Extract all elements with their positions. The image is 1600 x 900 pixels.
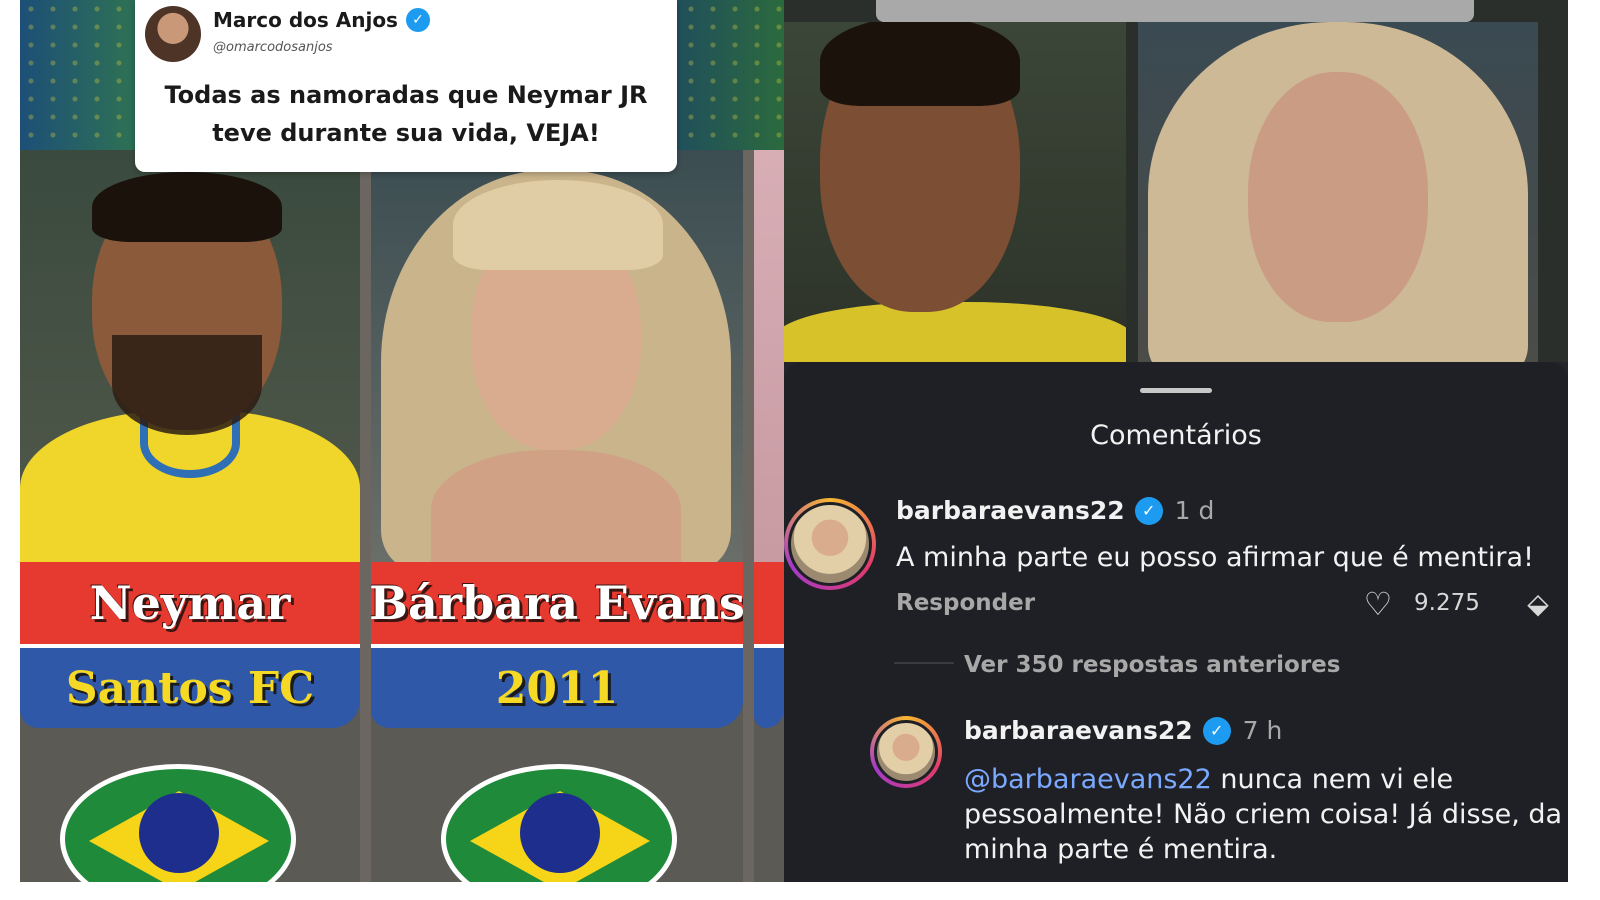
video-frame-left: Neymar Santos FC Bárbara Evans 2011 Marc… — [20, 0, 784, 882]
person-card-partial — [754, 150, 784, 882]
mention-link[interactable]: @barbaraevans22 — [964, 764, 1212, 795]
reply-time: 7 h — [1242, 716, 1283, 745]
reply-username[interactable]: barbaraevans22 — [964, 716, 1193, 745]
face — [1248, 72, 1428, 322]
reply-text: @barbaraevans22 nunca nem vi ele pessoal… — [964, 762, 1564, 867]
view-more-replies-button[interactable]: Ver 350 respostas anteriores — [964, 652, 1340, 678]
name-banner: Neymar — [20, 562, 360, 644]
verified-badge-icon: ✓ — [1202, 716, 1231, 745]
comment-time: 1 d — [1174, 496, 1215, 525]
hair — [820, 22, 1020, 106]
tweet-author-handle: @omarcodosanjos — [213, 40, 333, 55]
like-count: 9.275 — [1414, 590, 1480, 616]
subtitle-banner: 2011 — [371, 644, 743, 728]
frame-border — [1568, 0, 1600, 900]
thread-divider — [894, 662, 954, 664]
person-name: Neymar — [89, 576, 291, 630]
person-subtitle: Santos FC — [65, 662, 315, 714]
hair-front — [453, 180, 663, 270]
name-banner: Bárbara Evans — [371, 562, 743, 644]
avatar[interactable] — [870, 716, 942, 788]
tweet-text: Todas as namoradas que Neymar JR teve du… — [164, 81, 648, 147]
jersey — [784, 302, 1126, 362]
avatar[interactable] — [784, 498, 876, 590]
person-photo — [784, 22, 1126, 362]
person-photo — [1138, 22, 1538, 362]
heart-icon[interactable]: ♡ — [1360, 586, 1396, 622]
person-photo — [20, 150, 360, 580]
thumbs-down-icon[interactable]: ⬙ — [1520, 586, 1556, 622]
subtitle-banner: Santos FC — [20, 644, 360, 728]
comments-screen: Comentários barbaraevans22 ✓ 1 d A minha… — [784, 0, 1568, 882]
verified-badge-icon: ✓ — [1134, 496, 1163, 525]
tweet-author-row: Marco dos Anjos ✓ — [213, 8, 430, 32]
verified-badge-icon: ✓ — [405, 8, 430, 32]
brazil-flag-icon — [60, 764, 296, 882]
drag-handle[interactable] — [1140, 388, 1212, 393]
reply-header: barbaraevans22 ✓ 7 h — [964, 716, 1282, 745]
person-name: Bárbara Evans — [371, 576, 743, 630]
reply-button[interactable]: Responder — [896, 590, 1035, 616]
subtitle-banner — [754, 644, 784, 728]
tweet-card: Marco dos Anjos ✓ @omarcodosanjos Todas … — [135, 0, 677, 172]
tweet-card-edge — [876, 0, 1474, 22]
shoulders — [431, 450, 681, 580]
avatar — [145, 6, 201, 62]
beard — [112, 335, 262, 435]
tweet-author-name: Marco dos Anjos — [213, 8, 398, 32]
hair — [92, 172, 282, 242]
frame-border — [0, 882, 1600, 900]
person-photo — [371, 150, 743, 580]
person-subtitle: 2011 — [495, 662, 619, 714]
person-card-neymar: Neymar Santos FC — [20, 150, 360, 882]
video-preview — [784, 0, 1568, 362]
name-banner — [754, 562, 784, 644]
comment-text: A minha parte eu posso afirmar que é men… — [896, 542, 1534, 573]
comment-header: barbaraevans22 ✓ 1 d — [896, 496, 1214, 525]
comments-sheet[interactable]: Comentários barbaraevans22 ✓ 1 d A minha… — [784, 362, 1568, 882]
person-photo — [754, 150, 784, 562]
brazil-flag-icon — [441, 764, 677, 882]
comment-username[interactable]: barbaraevans22 — [896, 496, 1125, 525]
sheet-title: Comentários — [1090, 420, 1262, 451]
person-card-barbara: Bárbara Evans 2011 — [371, 150, 743, 882]
